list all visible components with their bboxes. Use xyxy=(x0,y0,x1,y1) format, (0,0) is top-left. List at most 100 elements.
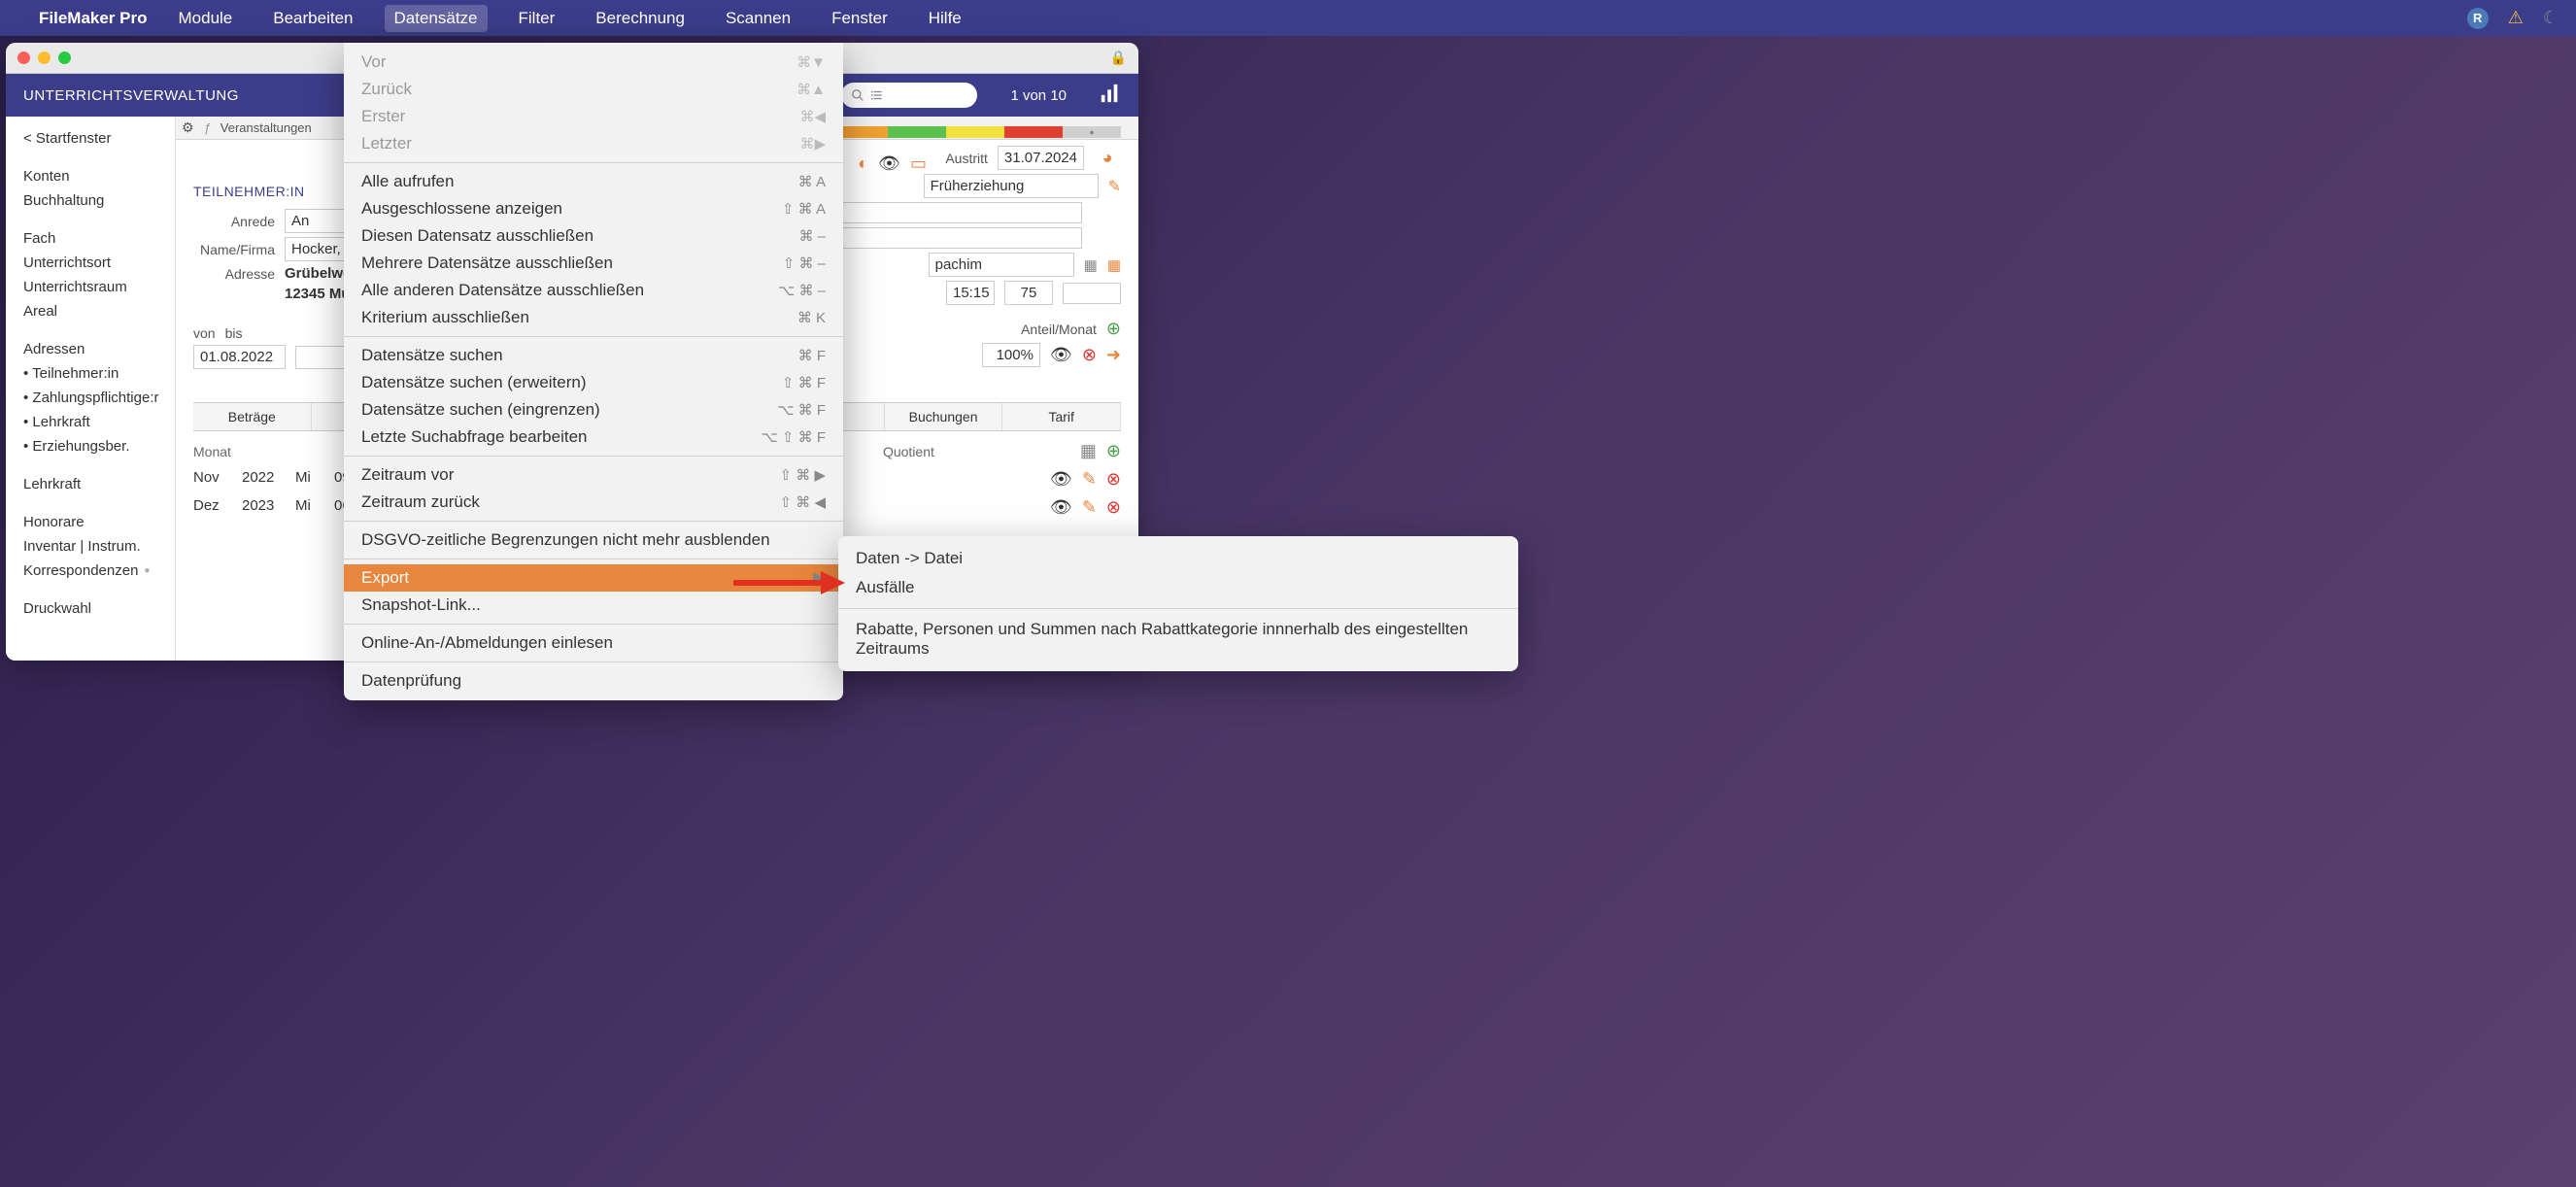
sidebar-druckwahl[interactable]: Druckwahl xyxy=(23,596,175,621)
field-extra[interactable] xyxy=(1063,283,1121,304)
chart-icon[interactable] xyxy=(1100,83,1121,108)
menu-item-diesen-datensatz-ausschlie-en[interactable]: Diesen Datensatz ausschließen⌘ – xyxy=(344,222,843,250)
sidebar-honorare[interactable]: Honorare xyxy=(23,510,175,534)
delete-icon[interactable]: ⊗ xyxy=(1082,345,1097,365)
add-icon[interactable]: ⊕ xyxy=(1106,441,1121,461)
clock-icon[interactable]: ◕ xyxy=(1094,148,1121,168)
menu-datensaetze[interactable]: Datensätze xyxy=(385,5,488,32)
menu-item-zeitraum-zur-ck[interactable]: Zeitraum zurück⇧ ⌘ ◀ xyxy=(344,489,843,516)
sidebar-adressen[interactable]: Adressen xyxy=(23,337,175,361)
menu-item-datenpr-fung[interactable]: Datenprüfung xyxy=(344,667,843,695)
menu-item-erster: Erster⌘◀ xyxy=(344,103,843,130)
minimize-button[interactable] xyxy=(38,51,51,64)
field-empty1[interactable] xyxy=(830,202,1082,223)
menubar: FileMaker Pro Module Bearbeiten Datensät… xyxy=(0,0,2576,36)
submenu-rabatte[interactable]: Rabatte, Personen und Summen nach Rabatt… xyxy=(838,615,1518,663)
label-von: von xyxy=(193,325,216,341)
sidebar-konten[interactable]: Konten xyxy=(23,164,175,188)
sidebar-inventar[interactable]: Inventar | Instrum. xyxy=(23,534,175,559)
sidebar-unterrichtsort[interactable]: Unterrichtsort xyxy=(23,251,175,275)
arrow-icon[interactable]: ➜ xyxy=(1106,345,1121,365)
menu-item-alle-anderen-datens-tze-ausschlie-en[interactable]: Alle anderen Datensätze ausschließen⌥ ⌘ … xyxy=(344,277,843,304)
label-bis: bis xyxy=(225,325,303,341)
field-austritt[interactable]: 31.07.2024 xyxy=(998,146,1084,170)
edit-icon[interactable]: ✎ xyxy=(1082,497,1097,518)
grid-icon[interactable]: ▦ xyxy=(1084,256,1098,274)
field-anrede[interactable]: An xyxy=(285,209,353,233)
shortcut: ⌘ – xyxy=(798,227,826,245)
col-quotient: Quotient xyxy=(883,444,934,459)
eye-icon[interactable]: 👁 xyxy=(1050,497,1072,518)
label-name: Name/Firma xyxy=(193,242,275,257)
field-fruh[interactable]: Früherziehung xyxy=(924,174,1099,198)
field-von[interactable]: 01.08.2022 xyxy=(193,345,286,369)
menu-item-ausgeschlossene-anzeigen[interactable]: Ausgeschlossene anzeigen⇧ ⌘ A xyxy=(344,195,843,222)
maximize-button[interactable] xyxy=(58,51,71,64)
tab-tarif[interactable]: Tarif xyxy=(1002,403,1121,430)
close-button[interactable] xyxy=(17,51,30,64)
field-time[interactable]: 15:15 xyxy=(946,281,995,305)
menu-item-datens-tze-suchen-eingrenzen-[interactable]: Datensätze suchen (eingrenzen)⌥ ⌘ F xyxy=(344,396,843,424)
sidebar-korrespondenzen[interactable]: Korrespondenzen● xyxy=(23,559,175,583)
submenu-ausfaelle[interactable]: Ausfälle xyxy=(838,573,1518,602)
eye-icon[interactable]: 👁 xyxy=(1050,345,1072,365)
cell-month: Dez xyxy=(193,497,232,518)
add-icon[interactable]: ⊕ xyxy=(1106,319,1121,339)
menu-item-datens-tze-suchen-erweitern-[interactable]: Datensätze suchen (erweitern)⇧ ⌘ F xyxy=(344,369,843,396)
search-input[interactable] xyxy=(841,83,977,108)
shortcut: ⌥ ⌘ – xyxy=(778,282,826,299)
field-anteil[interactable]: 100% xyxy=(982,343,1040,367)
menu-filter[interactable]: Filter xyxy=(509,5,565,32)
menu-bearbeiten[interactable]: Bearbeiten xyxy=(263,5,362,32)
shortcut: ⌘◀ xyxy=(799,108,826,125)
field-empty2[interactable] xyxy=(830,227,1082,249)
menu-item-mehrere-datens-tze-ausschlie-en[interactable]: Mehrere Datensätze ausschließen⇧ ⌘ – xyxy=(344,250,843,277)
shortcut: ⌘ A xyxy=(798,173,826,190)
menu-item-online-an-abmeldungen-einlesen[interactable]: Online-An-/Abmeldungen einlesen xyxy=(344,629,843,657)
gear-icon[interactable]: ⚙ xyxy=(182,119,194,136)
sidebar-fach[interactable]: Fach xyxy=(23,226,175,251)
field-teacher[interactable]: pachim xyxy=(929,253,1074,277)
moon-icon[interactable]: ☾ xyxy=(2543,8,2559,28)
sidebar-startfenster[interactable]: < Startfenster xyxy=(23,126,175,151)
menu-fenster[interactable]: Fenster xyxy=(822,5,898,32)
sidebar-erziehung[interactable]: • Erziehungsber. xyxy=(23,434,175,458)
edit-icon[interactable]: ✎ xyxy=(1082,469,1097,490)
menu-item-letzte-suchabfrage-bearbeiten[interactable]: Letzte Suchabfrage bearbeiten⌥ ⇧ ⌘ F xyxy=(344,424,843,451)
menu-item-datens-tze-suchen[interactable]: Datensätze suchen⌘ F xyxy=(344,342,843,369)
sidebar-buchhaltung[interactable]: Buchhaltung xyxy=(23,188,175,213)
menu-item-dsgvo-zeitliche-begrenzungen-nicht-mehr-ausblenden[interactable]: DSGVO-zeitliche Begrenzungen nicht mehr … xyxy=(344,526,843,554)
menu-berechnung[interactable]: Berechnung xyxy=(586,5,695,32)
sidebar-zahlungs[interactable]: • Zahlungspflichtige:r xyxy=(23,386,175,410)
sidebar-lehrkraft[interactable]: • Lehrkraft xyxy=(23,410,175,434)
status-icon-2[interactable]: ⚠ xyxy=(2508,8,2524,28)
edit-icon[interactable]: ✎ xyxy=(1108,177,1121,196)
tab-betraege[interactable]: Beträge xyxy=(193,403,312,430)
cell-day: Mi xyxy=(295,497,324,518)
app-name[interactable]: FileMaker Pro xyxy=(39,9,148,28)
tab-veranstaltungen[interactable]: Veranstaltungen xyxy=(220,120,312,135)
sidebar-teilnehmer[interactable]: • Teilnehmer:in xyxy=(23,361,175,386)
eye-icon[interactable]: 👁 xyxy=(1050,469,1072,490)
menu-scannen[interactable]: Scannen xyxy=(716,5,800,32)
menu-item-letzter: Letzter⌘▶ xyxy=(344,130,843,157)
submenu-daten-datei[interactable]: Daten -> Datei xyxy=(838,544,1518,573)
menu-hilfe[interactable]: Hilfe xyxy=(919,5,971,32)
sidebar-areal[interactable]: Areal xyxy=(23,299,175,323)
menu-item-zeitraum-vor[interactable]: Zeitraum vor⇧ ⌘ ▶ xyxy=(344,461,843,489)
sidebar-lehrkraft2[interactable]: Lehrkraft xyxy=(23,472,175,496)
delete-icon[interactable]: ⊗ xyxy=(1106,469,1121,490)
field-dur[interactable]: 75 xyxy=(1004,281,1053,305)
label-anrede: Anrede xyxy=(193,214,275,229)
delete-icon[interactable]: ⊗ xyxy=(1106,497,1121,518)
lock-icon: 🔒 xyxy=(1110,50,1127,66)
col-monat: Monat xyxy=(193,444,242,459)
menu-item-alle-aufrufen[interactable]: Alle aufrufen⌘ A xyxy=(344,168,843,195)
detail-icon[interactable]: ▦ xyxy=(1080,441,1097,461)
menu-module[interactable]: Module xyxy=(169,5,243,32)
menu-item-kriterium-ausschlie-en[interactable]: Kriterium ausschließen⌘ K xyxy=(344,304,843,331)
calendar-icon[interactable]: ▦ xyxy=(1107,256,1121,274)
status-icon-1[interactable]: R xyxy=(2467,8,2489,29)
tab-buchungen[interactable]: Buchungen xyxy=(885,403,1003,430)
sidebar-unterrichtsraum[interactable]: Unterrichtsraum xyxy=(23,275,175,299)
